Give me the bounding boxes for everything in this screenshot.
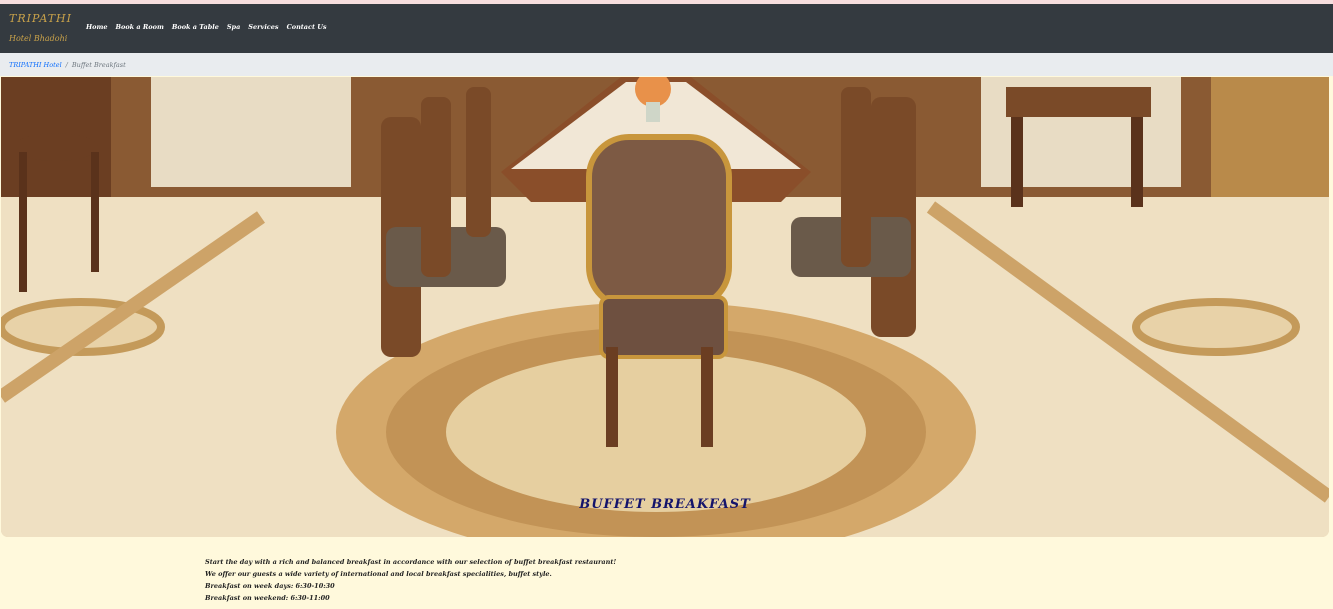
breadcrumb-separator: / [65,60,68,69]
brand-logo[interactable]: TRIPATHI Hotel Bhadohi [9,4,84,53]
nav-link-book-table[interactable]: Book a Table [172,23,219,31]
brand-title: TRIPATHI [9,12,72,25]
nav-link-home[interactable]: Home [86,23,108,31]
hero-banner-image: BUFFET BREAKFAST [1,77,1329,537]
dining-room-illustration [1,77,1329,537]
nav-link-book-room[interactable]: Book a Room [116,23,164,31]
breadcrumb-home-link[interactable]: TRIPATHI Hotel [9,61,62,69]
hero-caption: BUFFET BREAKFAST [579,497,751,512]
weekend-hours: Breakfast on weekend: 6:30-11:00 [205,594,330,602]
breadcrumb: TRIPATHI Hotel / Buffet Breakfast [0,53,1333,76]
navbar: TRIPATHI Hotel Bhadohi Home Book a Room … [0,4,1333,53]
weekday-hours: Breakfast on week days: 6:30-10:30 [205,582,335,590]
brand-subtitle: Hotel Bhadohi [9,34,68,43]
nav-menu: Home Book a Room Book a Table Spa Servic… [86,23,327,31]
nav-link-services[interactable]: Services [248,23,278,31]
description-section: Start the day with a rich and balanced b… [205,556,616,604]
description-line-2: We offer our guests a wide variety of in… [205,570,552,578]
nav-link-spa[interactable]: Spa [227,23,240,31]
breadcrumb-current: Buffet Breakfast [71,60,126,69]
description-line-1: Start the day with a rich and balanced b… [205,558,617,566]
nav-link-contact[interactable]: Contact Us [287,23,327,31]
